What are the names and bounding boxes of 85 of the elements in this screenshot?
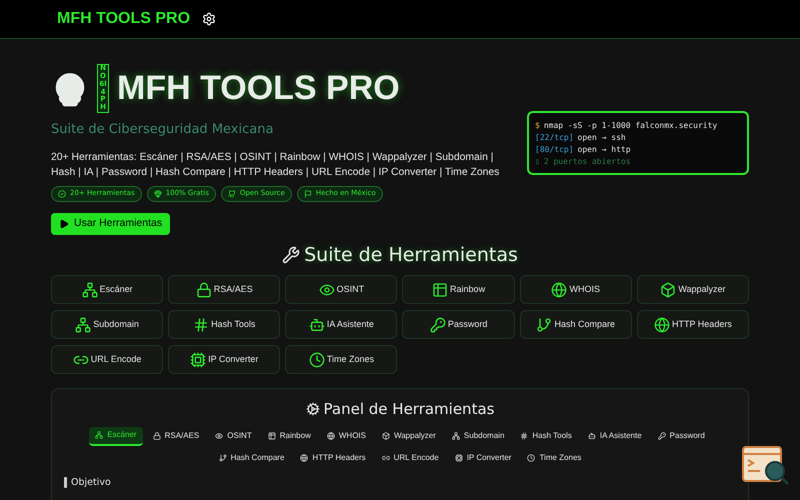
robot-icon — [588, 432, 596, 440]
gears-icon — [306, 402, 320, 416]
tool-card[interactable]: IP Converter — [168, 345, 280, 374]
tools-icon — [282, 246, 300, 264]
tool-card[interactable]: Wappalyzer — [636, 275, 749, 304]
github-icon — [228, 190, 236, 198]
tool-tab[interactable]: Rainbow — [262, 426, 317, 446]
globe-icon — [551, 282, 568, 298]
tool-tab[interactable]: WHOIS — [320, 426, 372, 446]
tool-tab[interactable]: IP Converter — [448, 448, 518, 468]
branch-icon — [218, 454, 227, 462]
play-icon — [59, 218, 69, 228]
hero-description: 20+ Herramientas: Escáner | RSA/AES | OSINT | Rainbow | WHOIS | Wappalyzer | Subdomain | Hash | IA | Password | Hash Compare | HTTP Headers | URL Encode | IP Converter | Time Zones — [51, 150, 500, 180]
cursor-glyph: ▯ — [535, 156, 540, 168]
port-label: [80/tcp] — [535, 144, 574, 156]
tool-tab[interactable]: Escáner — [89, 426, 143, 446]
tool-card[interactable]: WHOIS — [520, 275, 632, 304]
chip-icon — [190, 352, 206, 368]
tool-card[interactable]: Subdomain — [51, 310, 164, 339]
table-icon — [268, 432, 276, 440]
key-icon — [430, 316, 446, 332]
field-label: Objetivo — [71, 476, 111, 490]
tool-card[interactable]: OSINT — [285, 275, 398, 304]
terminal-output: open → http — [578, 144, 631, 156]
tool-tab[interactable]: Time Zones — [521, 448, 588, 468]
link-icon — [382, 454, 390, 462]
tool-tab[interactable]: Hash Tools — [514, 426, 578, 446]
tool-card[interactable]: Password — [402, 310, 515, 339]
table-icon — [432, 282, 448, 298]
clock-icon — [527, 454, 536, 462]
brand-name[interactable]: MFH TOOLS PRO — [57, 7, 190, 31]
tool-tab[interactable]: HTTP Headers — [294, 448, 372, 468]
use-tools-button[interactable]: Usar Herramientas — [51, 212, 170, 234]
sitemap-icon — [75, 316, 92, 332]
port-label: [22/tcp] — [535, 132, 574, 144]
tool-tab[interactable]: RSA/AES — [146, 426, 206, 446]
tool-tab[interactable]: IA Asistente — [582, 426, 648, 446]
cube-icon — [660, 282, 676, 298]
tool-tab[interactable]: Wappalyzer — [376, 426, 442, 446]
eye-icon — [215, 432, 224, 440]
tool-card[interactable]: Escáner — [51, 275, 164, 304]
check-icon — [58, 190, 66, 198]
lock-icon — [152, 432, 161, 440]
tool-card[interactable]: RSA/AES — [168, 275, 280, 304]
eye-icon — [318, 282, 335, 298]
gem-icon — [154, 190, 162, 198]
hash-icon — [520, 432, 528, 440]
globe-icon — [326, 432, 335, 440]
tool-tab[interactable]: Subdomain — [446, 426, 510, 446]
section-heading: Suite de Herramientas — [304, 242, 518, 268]
tool-card[interactable]: Hash Compare — [520, 310, 632, 339]
panel-title: Panel de Herramientas — [324, 399, 494, 420]
tool-card[interactable]: IA Asistente — [285, 310, 398, 339]
terminal-command: nmap -sS -p 1-1000 falconmx.security — [544, 120, 718, 132]
tool-card[interactable]: URL Encode — [51, 345, 164, 374]
globe-icon — [300, 454, 308, 462]
prompt-symbol: $ — [535, 120, 540, 132]
tool-tab[interactable]: URL Encode — [376, 448, 445, 468]
lock-icon — [196, 282, 212, 298]
hash-icon — [193, 316, 210, 332]
globe-icon — [654, 316, 670, 332]
clock-icon — [308, 352, 325, 368]
terminal-summary: 2 puertos abiertos — [544, 156, 631, 168]
floating-widget-icon[interactable] — [742, 446, 790, 488]
chip-icon — [454, 454, 463, 462]
tool-card[interactable]: Time Zones — [285, 345, 398, 374]
tool-card[interactable]: Rainbow — [402, 275, 515, 304]
hero-title: MFH TOOLS PRO — [117, 68, 400, 109]
label-marker — [64, 477, 67, 488]
network-icon — [82, 282, 98, 298]
cube-icon — [382, 432, 390, 440]
terminal-output: open → ssh — [578, 132, 626, 144]
flag-icon — [304, 190, 312, 198]
branch-icon — [536, 316, 552, 332]
tool-tab[interactable]: OSINT — [209, 426, 258, 446]
key-icon — [658, 432, 666, 440]
settings-icon[interactable] — [202, 12, 216, 26]
sitemap-icon — [452, 432, 460, 440]
robot-icon — [308, 316, 325, 332]
tool-card[interactable]: Hash Tools — [168, 310, 280, 339]
tool-tab[interactable]: Password — [652, 426, 711, 446]
tool-card[interactable]: HTTP Headers — [636, 310, 749, 339]
hero-subtitle: Suite de Ciberseguridad Mexicana — [51, 121, 274, 139]
tool-tab[interactable]: Hash Compare — [212, 448, 290, 468]
network-icon — [95, 431, 104, 439]
